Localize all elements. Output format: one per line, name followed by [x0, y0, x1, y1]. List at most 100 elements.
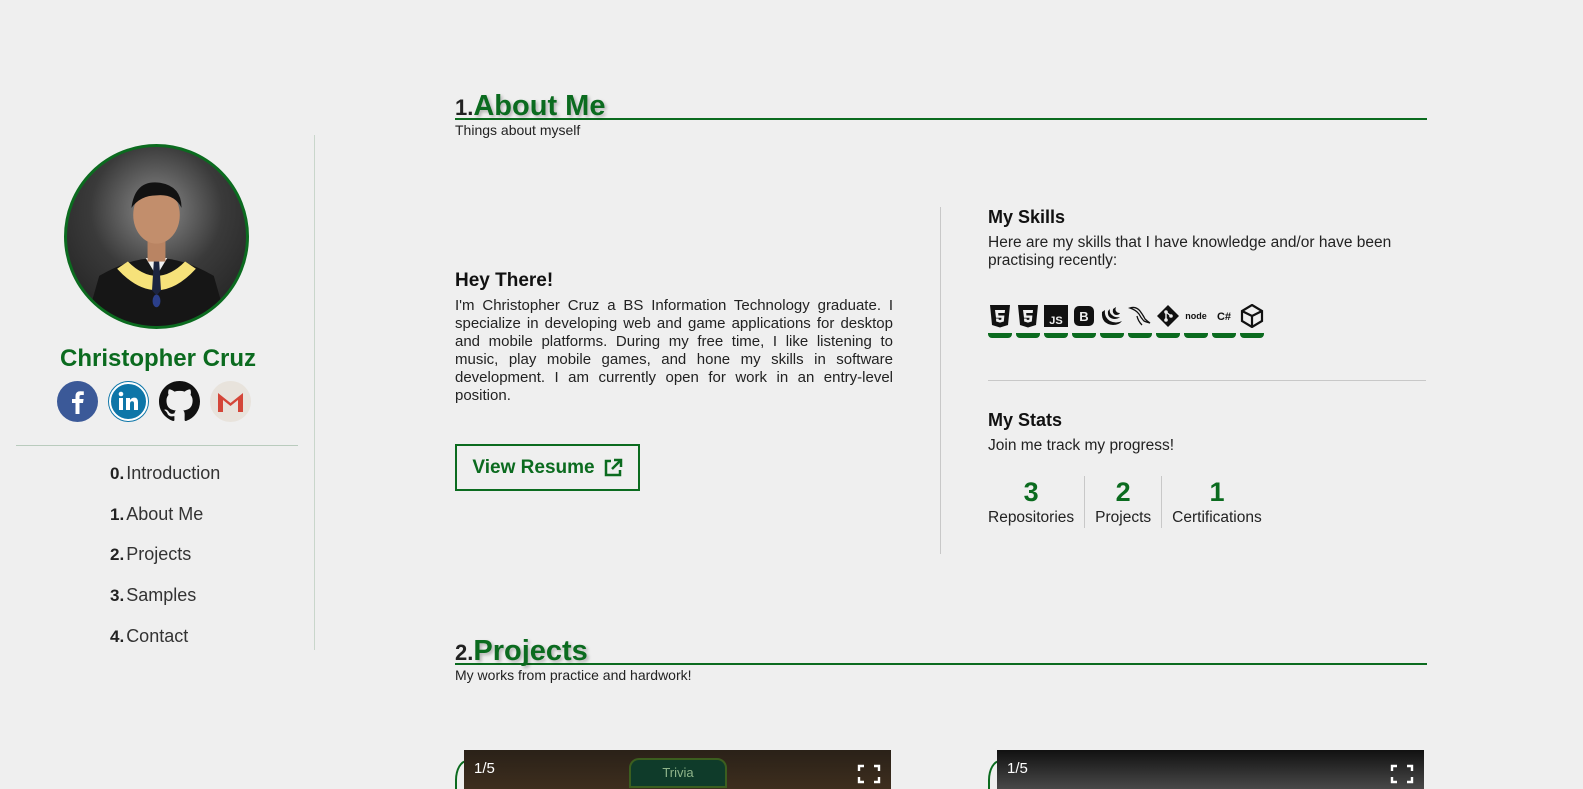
nav-item-introduction[interactable]: 0. Introduction — [110, 463, 220, 504]
nav-item-label: Introduction — [126, 463, 221, 483]
stat-value: 2 — [1115, 477, 1131, 507]
skill-jquery[interactable] — [1100, 304, 1124, 338]
nodejs-icon: node — [1185, 311, 1207, 321]
sidebar-nav: 0. Introduction 1. About Me 2. Projects 3. S… — [110, 463, 220, 666]
stats-heading: My Stats — [988, 410, 1063, 430]
section-subtitle: My works from practice and hardwork! — [455, 667, 692, 683]
stats-description: Join me track my progress! — [988, 437, 1175, 454]
stat-label: Certifications — [1172, 509, 1262, 526]
stat-label: Repositories — [988, 509, 1075, 526]
section-title-text: About Me — [473, 90, 606, 122]
skill-underline — [1016, 333, 1040, 338]
git-icon — [1157, 305, 1179, 327]
intro-paragraph: I'm Christopher Cruz a BS Information Te… — [455, 297, 893, 404]
external-link-icon — [604, 458, 622, 476]
section-number: 1. — [455, 95, 474, 120]
section-subtitle: Things about myself — [455, 122, 581, 138]
skill-underline — [1212, 333, 1236, 338]
section-rule — [455, 663, 1427, 665]
csharp-icon: C# — [1217, 311, 1231, 323]
facebook-icon — [72, 391, 84, 414]
skill-underline — [1184, 333, 1208, 338]
nav-item-label: Samples — [126, 585, 197, 606]
html5-icon — [990, 305, 1010, 328]
stats-row: 3 Repositories 2 Projects 1 Certificatio… — [988, 476, 1272, 528]
sidebar-separator — [314, 135, 315, 650]
intro-heading: Hey There! — [455, 270, 554, 291]
bootstrap-icon: B — [1074, 306, 1094, 326]
skills-stats-divider — [988, 380, 1426, 381]
linkedin-icon — [109, 382, 148, 421]
stat-value: 1 — [1209, 477, 1225, 507]
column-divider — [940, 207, 941, 554]
project-card: 1/5 Trivia — [455, 750, 891, 789]
skill-unity[interactable] — [1240, 304, 1264, 338]
svg-text:C#: C# — [1217, 311, 1231, 323]
project-card: 1/5 — [988, 750, 1424, 789]
javascript-icon: JS — [1044, 305, 1068, 327]
svg-text:JS: JS — [1049, 315, 1062, 327]
gmail-icon — [218, 393, 243, 412]
nav-item-samples[interactable]: 3. Samples — [110, 585, 220, 626]
nav-item-number: 3. — [110, 586, 125, 606]
jquery-icon — [1101, 307, 1122, 325]
nav-item-number: 1. — [110, 504, 125, 524]
linkedin-link[interactable] — [108, 381, 149, 422]
slide-counter: 1/5 — [1007, 760, 1028, 777]
gmail-link[interactable] — [210, 381, 251, 422]
skill-html5[interactable] — [988, 304, 1012, 338]
github-link[interactable] — [159, 381, 200, 422]
section-title-text: Projects — [473, 635, 588, 667]
view-resume-button[interactable]: View Resume — [455, 444, 640, 491]
skill-nodejs[interactable]: node — [1184, 304, 1208, 338]
skill-underline — [1240, 333, 1264, 338]
skill-bootstrap[interactable]: B — [1072, 304, 1096, 338]
nav-item-number: 2. — [110, 545, 125, 565]
skill-mysql[interactable] — [1128, 304, 1152, 338]
nav-item-about-me[interactable]: 1. About Me — [110, 504, 220, 545]
skill-underline — [1128, 333, 1152, 338]
skill-csharp[interactable]: C# — [1212, 304, 1236, 338]
stat-repositories: 3 Repositories — [988, 476, 1084, 528]
svg-text:node: node — [1185, 311, 1207, 321]
skill-git[interactable] — [1156, 304, 1180, 338]
nav-item-label: About Me — [126, 503, 204, 524]
github-icon — [159, 381, 200, 421]
slide-counter: 1/5 — [474, 760, 495, 777]
nav-item-number: 0. — [110, 464, 125, 483]
nav-item-contact[interactable]: 4. Contact — [110, 626, 220, 667]
skill-javascript[interactable]: JS — [1044, 304, 1068, 338]
nav-item-label: Contact — [126, 625, 189, 646]
nav-item-projects[interactable]: 2. Projects — [110, 544, 220, 585]
skill-underline — [1100, 333, 1124, 338]
stat-projects: 2 Projects — [1084, 476, 1161, 528]
profile-avatar — [64, 144, 249, 329]
stat-label: Projects — [1095, 509, 1152, 526]
fullscreen-icon[interactable] — [857, 764, 881, 784]
project-slideshow[interactable]: 1/5 — [997, 750, 1424, 789]
nav-item-label: Projects — [126, 544, 192, 565]
skill-underline — [1044, 333, 1068, 338]
slide-banner-text: Trivia — [629, 758, 727, 788]
skill-underline — [1072, 333, 1096, 338]
facebook-link[interactable] — [57, 381, 98, 422]
social-links — [57, 381, 251, 422]
sidebar-divider — [16, 445, 298, 446]
skills-icon-row: JS B node C# — [988, 304, 1264, 338]
stat-certifications: 1 Certifications — [1161, 476, 1272, 528]
skill-underline — [988, 333, 1012, 338]
skills-heading: My Skills — [988, 207, 1066, 227]
unity-icon — [1240, 304, 1264, 328]
css3-icon — [1018, 305, 1038, 328]
fullscreen-icon[interactable] — [1390, 764, 1414, 784]
about-section-header: 1. About Me Things about myself — [455, 90, 1427, 138]
projects-section-header: 2. Projects My works from practice and ha… — [455, 635, 1427, 683]
profile-name: Christopher Cruz — [59, 345, 256, 372]
view-resume-label: View Resume — [472, 456, 595, 478]
skill-underline — [1156, 333, 1180, 338]
skills-description: Here are my skills that I have knowledge… — [988, 234, 1392, 269]
skill-css3[interactable] — [1016, 304, 1040, 338]
project-slideshow[interactable]: 1/5 Trivia — [464, 750, 891, 789]
mysql-icon — [1128, 306, 1151, 326]
graduate-portrait-image — [84, 182, 229, 326]
